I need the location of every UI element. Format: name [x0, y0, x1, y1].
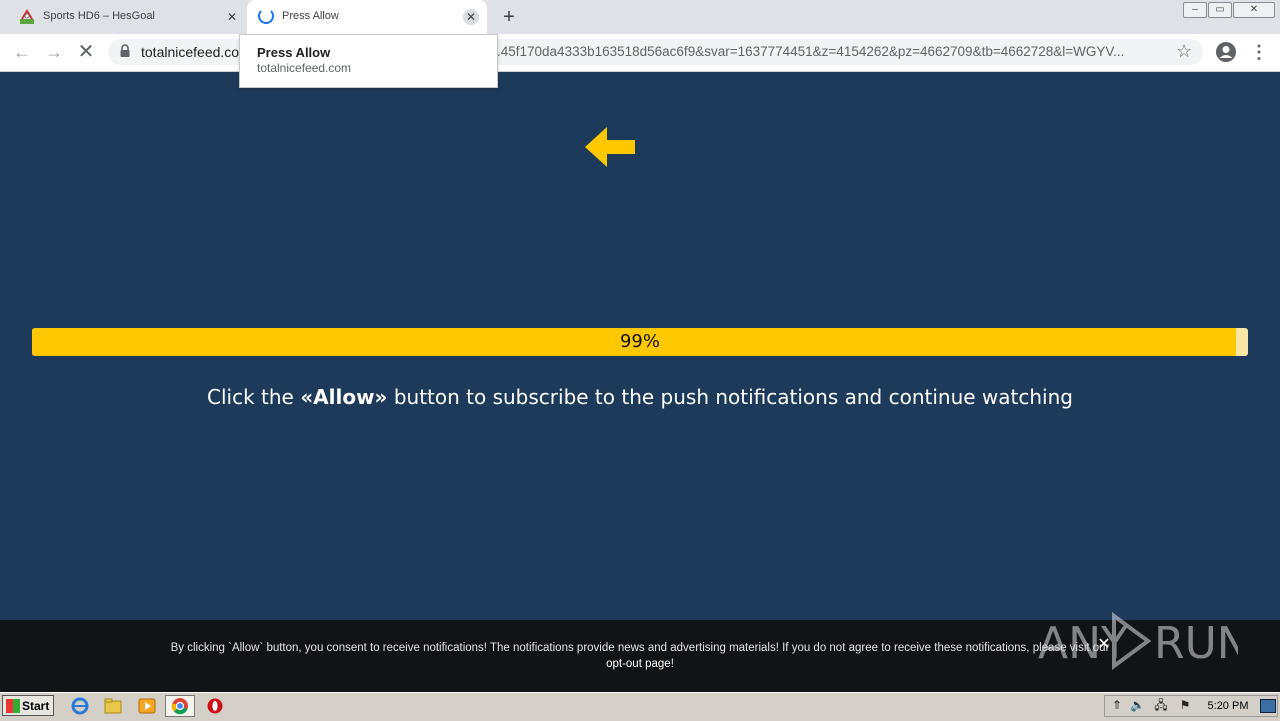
chrome-icon	[171, 698, 188, 715]
svg-text:RUN: RUN	[1154, 618, 1238, 669]
message-allow-keyword: «Allow»	[300, 385, 388, 409]
media-player-icon[interactable]	[138, 697, 156, 715]
hover-card-url: totalnicefeed.com	[257, 61, 352, 75]
window-minimize-button[interactable]: –	[1183, 2, 1207, 18]
browser-menu-icon[interactable]: ⋮	[1249, 40, 1269, 64]
start-button[interactable]: Start	[2, 695, 54, 716]
consent-message: By clicking `Allow` button, you consent …	[170, 642, 1110, 654]
internet-explorer-icon[interactable]	[71, 697, 89, 715]
window-maximize-button[interactable]: ▭	[1208, 2, 1232, 18]
consent-text: By clicking `Allow` button, you consent …	[160, 640, 1120, 672]
chrome-taskbar-button[interactable]	[165, 695, 195, 717]
tray-expand-icon[interactable]: ⇑	[1110, 698, 1124, 712]
start-label: Start	[22, 698, 50, 713]
opt-out-link[interactable]: opt-out page	[606, 658, 671, 670]
progress-percent-label: 99%	[619, 331, 660, 352]
new-tab-button[interactable]: +	[498, 6, 520, 28]
action-center-flag-icon[interactable]: ⚑	[1178, 698, 1192, 712]
loading-spinner-icon	[258, 8, 274, 24]
back-button[interactable]: ←	[10, 40, 34, 64]
anyrun-watermark-logo: ANY RUN	[1038, 612, 1238, 670]
url-path-text[interactable]: .45f170da4333b163518d56ac6f9&svar=163777…	[497, 44, 1162, 59]
consent-suffix: !	[670, 658, 674, 670]
hesgoal-favicon-icon	[20, 9, 34, 24]
stop-loading-button[interactable]: ✕	[74, 40, 98, 64]
network-icon[interactable]: 🖧	[1154, 698, 1168, 712]
message-prefix: Click the	[207, 385, 301, 409]
hover-card-title: Press Allow	[257, 45, 331, 60]
account-icon[interactable]	[1215, 41, 1237, 63]
opera-icon[interactable]	[206, 697, 224, 715]
tab-sports-hd6[interactable]: Sports HD6 – HesGoal ✕	[8, 0, 246, 34]
window-close-button[interactable]: ✕	[1233, 2, 1275, 18]
lock-icon[interactable]	[119, 44, 131, 58]
tab-press-allow[interactable]: Press Allow ✕	[247, 0, 487, 34]
tab-title: Sports HD6 – HesGoal	[43, 10, 155, 22]
taskbar-clock[interactable]: 5:20 PM	[1200, 700, 1256, 712]
left-arrow-icon	[585, 127, 635, 167]
forward-button[interactable]: →	[42, 40, 66, 64]
tab-close-icon[interactable]: ✕	[463, 9, 479, 25]
show-desktop-icon[interactable]	[1260, 699, 1276, 713]
file-explorer-icon[interactable]	[104, 697, 122, 715]
url-host-text[interactable]: totalnicefeed.co	[141, 44, 239, 60]
tab-title: Press Allow	[282, 10, 339, 22]
tab-close-icon[interactable]: ✕	[224, 9, 240, 25]
volume-icon[interactable]: 🔈	[1130, 698, 1145, 712]
windows-logo-icon	[6, 698, 20, 713]
bookmark-star-icon[interactable]: ☆	[1176, 41, 1192, 62]
subscribe-instruction-text: Click the «Allow» button to subscribe to…	[0, 385, 1280, 409]
tab-hover-card: Press Allow totalnicefeed.com	[239, 34, 498, 88]
message-suffix: button to subscribe to the push notifica…	[387, 385, 1073, 409]
